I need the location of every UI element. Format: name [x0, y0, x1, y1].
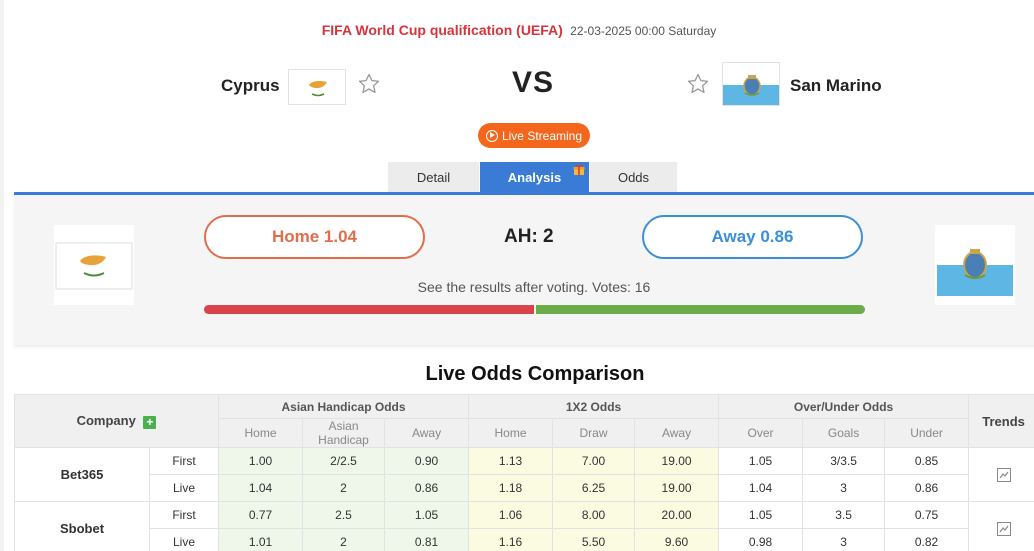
odds-cell[interactable]: 1.04 — [718, 474, 804, 502]
live-streaming-button[interactable]: Live Streaming — [478, 123, 590, 148]
vote-bar-home — [204, 305, 534, 314]
league-link[interactable]: FIFA World Cup qualification (UEFA) — [322, 22, 563, 38]
trend-chart-icon[interactable] — [996, 467, 1011, 482]
trends-cell[interactable] — [968, 447, 1034, 502]
odds-cell[interactable]: 1.00 — [218, 447, 304, 475]
vs-label: VS — [512, 66, 555, 99]
odds-cell[interactable]: 0.81 — [384, 528, 470, 551]
odds-type: First — [148, 501, 220, 529]
favorite-away-star-icon[interactable] — [686, 72, 710, 96]
vote-bar-away — [535, 305, 865, 314]
column-header: Goals — [802, 418, 886, 448]
odds-body: Bet365 First 1.00 2/2.5 0.90 1.13 7.00 19.00 1.0… — [14, 447, 1034, 551]
vote-bar — [204, 305, 865, 314]
trends-header: Trends — [968, 394, 1034, 448]
odds-table: Company + Asian Handicap Odds 1X2 Odds O… — [13, 394, 1034, 551]
add-company-icon[interactable]: + — [143, 415, 157, 429]
play-icon — [485, 129, 498, 142]
column-header: Away — [634, 418, 720, 448]
odds-cell[interactable]: 2 — [302, 528, 386, 551]
company-name[interactable]: Sbobet — [14, 501, 150, 551]
odds-cell[interactable]: 3 — [802, 474, 886, 502]
match-page: FIFA World Cup qualification (UEFA) 22-0… — [4, 0, 1034, 551]
odds-type: Live — [148, 474, 220, 502]
home-team-name[interactable]: Cyprus — [221, 76, 280, 96]
vote-away-button[interactable]: Away 0.86 — [642, 215, 863, 259]
group-header: 1X2 Odds — [468, 394, 720, 419]
odds-cell[interactable]: 2/2.5 — [302, 447, 386, 475]
odds-row: Live 1.01 2 0.81 1.16 5.50 9.60 0.98 3 0.82 — [15, 528, 1034, 551]
odds-row: Bet365 First 1.00 2/2.5 0.90 1.13 7.00 19.00 1.0… — [14, 447, 1034, 502]
odds-cell[interactable]: 0.77 — [218, 501, 304, 529]
tab-analysis[interactable]: Analysis — [480, 162, 590, 193]
away-team-name[interactable]: San Marino — [790, 76, 882, 96]
odds-cell[interactable]: 3 — [802, 528, 886, 551]
odds-cell[interactable]: 0.75 — [884, 501, 970, 529]
column-header: Draw — [552, 418, 636, 448]
odds-cell[interactable]: 1.04 — [218, 474, 304, 502]
group-header: Over/Under Odds — [718, 394, 970, 419]
odds-cell[interactable]: 6.25 — [552, 474, 636, 502]
trends-cell[interactable] — [968, 501, 1034, 551]
tab-odds[interactable]: Odds — [590, 162, 678, 193]
vote-home-button[interactable]: Home 1.04 — [204, 215, 425, 259]
odds-cell[interactable]: 1.13 — [468, 447, 554, 475]
odds-cell[interactable]: 7.00 — [552, 447, 636, 475]
trend-chart-icon[interactable] — [996, 521, 1011, 536]
odds-cell[interactable]: 0.86 — [884, 474, 970, 502]
odds-cell[interactable]: 3/3.5 — [802, 447, 886, 475]
odds-cell[interactable]: 0.90 — [384, 447, 470, 475]
odds-cell[interactable]: 1.05 — [384, 501, 470, 529]
company-header-label: Company — [76, 413, 136, 429]
odds-cell[interactable]: 1.18 — [468, 474, 554, 502]
column-header: Home — [218, 418, 304, 448]
column-header: Away — [384, 418, 470, 448]
odds-type: Live — [148, 528, 220, 551]
odds-cell[interactable]: 1.01 — [218, 528, 304, 551]
odds-cell[interactable]: 2.5 — [302, 501, 386, 529]
gift-icon — [573, 164, 585, 175]
odds-cell[interactable]: 19.00 — [634, 447, 720, 475]
tab-analysis-label: Analysis — [507, 170, 562, 185]
san-marino-flag-icon — [722, 62, 780, 106]
odds-cell[interactable]: 0.98 — [718, 528, 804, 551]
column-header: Asian Handicap — [302, 418, 386, 448]
odds-cell[interactable]: 1.05 — [718, 447, 804, 475]
odds-row: Live 1.04 2 0.86 1.18 6.25 19.00 1.04 3 0.86 — [15, 474, 1034, 502]
odds-type: First — [148, 447, 220, 475]
odds-cell[interactable]: 0.82 — [884, 528, 970, 551]
favorite-home-star-icon[interactable] — [357, 72, 381, 96]
odds-cell[interactable]: 20.00 — [634, 501, 720, 529]
odds-cell[interactable]: 1.16 — [468, 528, 554, 551]
odds-cell[interactable]: 3.5 — [802, 501, 886, 529]
odds-cell[interactable]: 9.60 — [634, 528, 720, 551]
odds-cell[interactable]: 19.00 — [634, 474, 720, 502]
odds-cell[interactable]: 1.06 — [468, 501, 554, 529]
match-datetime: 22-03-2025 00:00 Saturday — [570, 24, 717, 38]
column-header: Home — [468, 418, 554, 448]
odds-row: Sbobet First 0.77 2.5 1.05 1.06 8.00 20.00 1.05 3… — [14, 501, 1034, 551]
live-streaming-label: Live Streaming — [501, 128, 583, 143]
odds-cell[interactable]: 0.85 — [884, 447, 970, 475]
odds-cell[interactable]: 2 — [302, 474, 386, 502]
match-tabs: Detail Analysis Odds — [388, 162, 678, 193]
odds-cell[interactable]: 1.05 — [718, 501, 804, 529]
odds-cell[interactable]: 0.86 — [384, 474, 470, 502]
tab-detail[interactable]: Detail — [388, 162, 480, 193]
odds-cell[interactable]: 5.50 — [552, 528, 636, 551]
column-header: Over — [718, 418, 804, 448]
odds-cell[interactable]: 8.00 — [552, 501, 636, 529]
odds-section-title: Live Odds Comparison — [425, 363, 645, 385]
company-header: Company + — [13, 394, 220, 448]
vote-note: See the results after voting. Votes: 16 — [417, 279, 651, 295]
column-header: Under — [884, 418, 970, 448]
group-header: Asian Handicap Odds — [218, 394, 470, 419]
asian-handicap-label: AH: 2 — [504, 226, 554, 247]
vote-panel: Home 1.04 AH: 2 Away 0.86 See the result… — [14, 195, 1034, 345]
cyprus-flag-icon — [288, 69, 346, 105]
match-info: FIFA World Cup qualification (UEFA) 22-0… — [4, 22, 1034, 38]
company-name[interactable]: Bet365 — [14, 447, 150, 502]
